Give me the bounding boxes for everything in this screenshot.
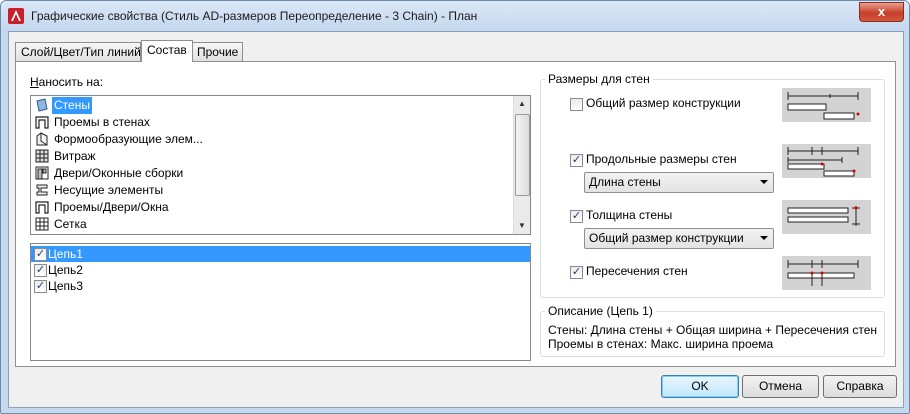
list-item-label: Несущие элементы [54, 183, 164, 197]
chain-2-checkbox[interactable]: ✓ [34, 264, 47, 277]
wall-width-select[interactable]: Общий размер конструкции [584, 228, 774, 249]
wall-width-checkbox[interactable]: ✓ [570, 210, 583, 223]
title-bar[interactable]: Графические свойства (Стиль AD-размеров … [1, 1, 909, 31]
wall-length-select[interactable]: Длина стены [584, 172, 774, 193]
wall-dimensions-legend: Размеры для стен [545, 72, 653, 86]
close-button[interactable]: x [859, 2, 904, 22]
apply-to-listbox[interactable]: Стены Проемы в стенах Формообразующие эл… [30, 95, 531, 235]
help-button[interactable]: Справка [823, 375, 897, 398]
description-group: Описание (Цепь 1) Стены: Длина стены + О… [540, 304, 885, 357]
apply-to-label-text: аносить на: [38, 75, 104, 89]
dialog-window: Графические свойства (Стиль AD-размеров … [0, 0, 910, 414]
chain-label: Цепь2 [48, 263, 83, 277]
list-item-label: Двери/Оконные сборки [54, 166, 184, 180]
autocad-app-icon[interactable] [8, 8, 24, 24]
wall-opening-icon [35, 116, 49, 129]
wall-length-select-value: Длина стены [589, 175, 661, 189]
wall-length-checkbox[interactable]: ✓ [570, 154, 583, 167]
mass-element-icon [36, 132, 48, 146]
chain-label: Цепь3 [48, 279, 83, 293]
list-item-label: Проемы в стенах [54, 115, 150, 129]
chevron-down-icon [760, 180, 768, 184]
tab-other[interactable]: Прочие [191, 42, 243, 61]
dialog-client-area: Слой/Цвет/Тип линий Состав Прочие Наноси… [8, 31, 904, 408]
scroll-up-arrow-icon[interactable]: ▲ [514, 96, 530, 112]
chain-3-checkbox[interactable]: ✓ [34, 280, 47, 293]
tab-layer-color-linetype[interactable]: Слой/Цвет/Тип линий [15, 42, 141, 61]
chain-1-checkbox[interactable]: ✓ [34, 248, 47, 261]
door-window-assembly-icon [35, 166, 49, 180]
wall-length-preview [782, 144, 871, 178]
wall-length-label[interactable]: Продольные размеры стен [586, 152, 737, 166]
wall-dimensions-group: Размеры для стен Общий размер конструкци… [540, 72, 885, 298]
tab-panel: Наносить на: Стены Проемы в стенах Формо… [15, 61, 896, 367]
window-title: Графические свойства (Стиль AD-размеров … [31, 9, 478, 23]
wall-intersections-label-text: Пересечения стен [586, 264, 688, 278]
curtain-wall-icon [35, 149, 49, 163]
overall-size-label-text: Общий размер конструкции [586, 96, 741, 110]
overall-size-preview [782, 88, 871, 122]
chain-row-3[interactable]: ✓ Цепь3 [31, 278, 530, 294]
grid-icon [35, 217, 49, 231]
wall-width-preview [782, 200, 871, 234]
ok-button[interactable]: OK [661, 375, 739, 398]
scroll-down-arrow-icon[interactable]: ▼ [514, 218, 530, 234]
wall-intersections-checkbox[interactable]: ✓ [570, 266, 583, 279]
tab-contents[interactable]: Состав [141, 40, 193, 62]
chain-label: Цепь1 [48, 247, 83, 261]
wall-intersections-preview [782, 256, 871, 290]
list-item-label: Стены [52, 97, 92, 114]
wall-intersections-label[interactable]: Пересечения стен [586, 264, 688, 278]
description-legend: Описание (Цепь 1) [545, 304, 656, 318]
description-line-2: Проемы в стенах: Макс. ширина проема [548, 337, 774, 351]
structural-member-icon [36, 184, 48, 196]
chains-listbox[interactable]: ✓ Цепь1 ✓ Цепь2 ✓ Цепь3 [30, 243, 531, 361]
overall-size-label[interactable]: Общий размер конструкции [586, 96, 741, 110]
wall-width-select-value: Общий размер конструкции [589, 231, 744, 245]
list-item-label: Формообразующие элем... [54, 132, 203, 146]
cancel-button[interactable]: Отмена [742, 375, 819, 398]
scroll-thumb[interactable] [515, 114, 530, 196]
wall-icon [36, 98, 48, 112]
apply-to-label: Наносить на: [30, 75, 104, 89]
list-item-label: Сетка [54, 217, 87, 231]
openings-doors-windows-icon [35, 201, 49, 214]
wall-width-label[interactable]: Толщина стены [586, 208, 672, 222]
overall-size-checkbox[interactable] [570, 98, 583, 111]
wall-width-label-text: Толщина стены [586, 208, 673, 222]
chain-row-1[interactable]: ✓ Цепь1 [31, 246, 530, 262]
list-item-label: Витраж [54, 149, 96, 163]
chevron-down-icon [760, 236, 768, 240]
apply-to-scrollbar[interactable]: ▲ ▼ [513, 96, 530, 234]
chain-row-2[interactable]: ✓ Цепь2 [31, 262, 530, 278]
list-item-label: Проемы/Двери/Окна [54, 200, 169, 214]
description-line-1: Стены: Длина стены + Общая ширина + Пере… [548, 323, 877, 337]
wall-length-label-text: Продольные размеры стен [586, 152, 737, 166]
